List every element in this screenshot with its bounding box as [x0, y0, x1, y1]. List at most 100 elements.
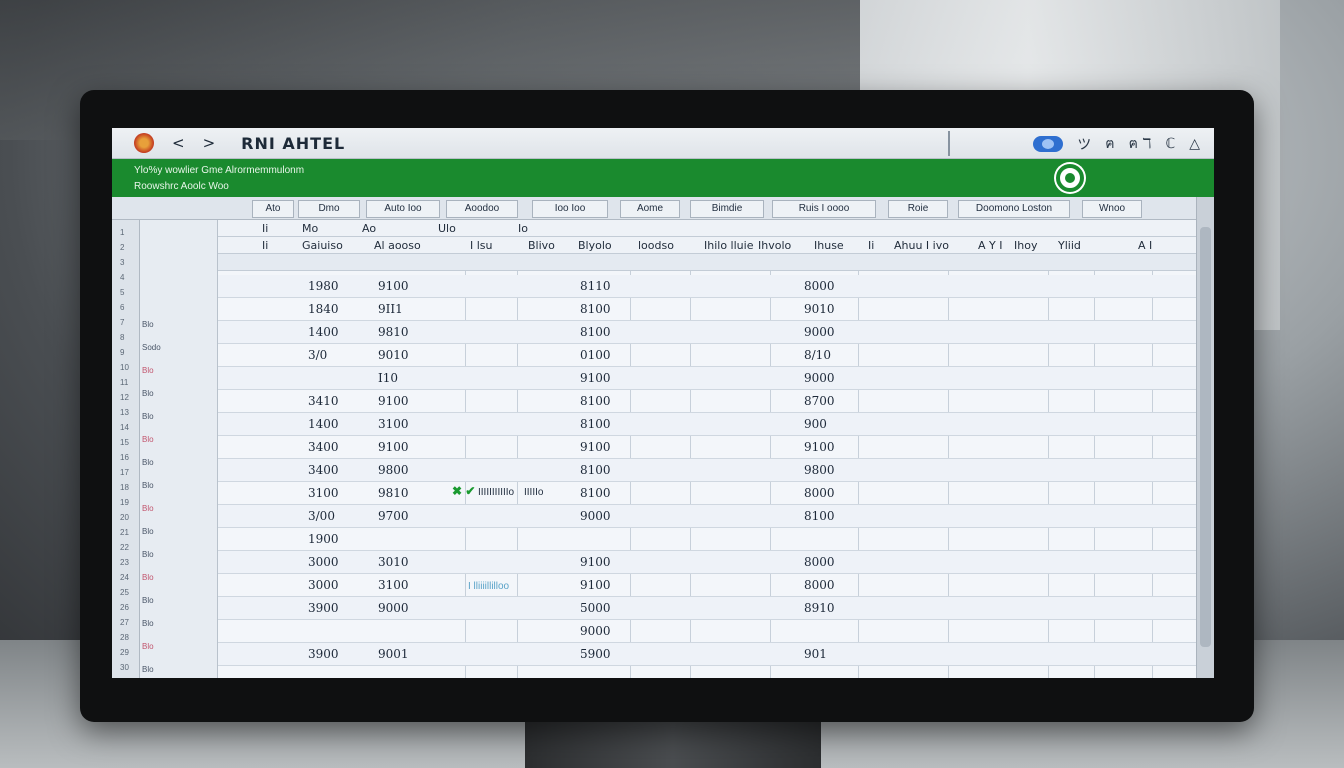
- table-cell[interactable]: 3000: [308, 555, 339, 569]
- table-cell[interactable]: 9000: [580, 624, 611, 638]
- table-row[interactable]: 1400 3100 8100 900: [218, 413, 1196, 436]
- table-cell[interactable]: 3400: [308, 440, 339, 454]
- table-cell[interactable]: 3000: [308, 578, 339, 592]
- table-cell[interactable]: 3900: [308, 601, 339, 615]
- header-cell[interactable]: Ihvolo: [758, 239, 791, 252]
- status-ring-icon[interactable]: [1056, 164, 1084, 192]
- header-cell[interactable]: Al aooso: [374, 239, 421, 252]
- header-cell[interactable]: Yliid: [1058, 239, 1081, 252]
- column-header[interactable]: Doomono Loston: [958, 200, 1070, 218]
- header-cell[interactable]: A Y I: [978, 239, 1002, 252]
- table-cell[interactable]: 8100: [580, 486, 611, 500]
- row-number[interactable]: 3: [120, 258, 124, 267]
- row-number[interactable]: 15: [120, 438, 129, 447]
- row-number[interactable]: 29: [120, 648, 129, 657]
- table-cell[interactable]: 3100: [378, 417, 409, 431]
- row-number[interactable]: 19: [120, 498, 129, 507]
- table-cell[interactable]: 5900: [580, 647, 611, 661]
- table-row[interactable]: 3900 9001 5900 901: [218, 643, 1196, 666]
- row-number[interactable]: 23: [120, 558, 129, 567]
- tool-button-5[interactable]: △: [1189, 136, 1200, 152]
- row-number[interactable]: 24: [120, 573, 129, 582]
- tool-button-3[interactable]: ฅ ℸ: [1129, 133, 1152, 155]
- table-cell[interactable]: 9100: [378, 440, 409, 454]
- row-number[interactable]: 20: [120, 513, 129, 522]
- cloud-icon[interactable]: [1033, 135, 1064, 152]
- column-header[interactable]: Aoodoo: [446, 200, 518, 218]
- row-number[interactable]: 27: [120, 618, 129, 627]
- table-cell[interactable]: 9000: [804, 325, 835, 339]
- header-cell[interactable]: Gaiuiso: [302, 239, 343, 252]
- table-row[interactable]: 3000 3010 9100 8000: [218, 551, 1196, 574]
- vertical-scrollbar[interactable]: [1196, 197, 1214, 678]
- header-cell[interactable]: Blyolo: [578, 239, 612, 252]
- table-cell[interactable]: 8100: [580, 325, 611, 339]
- table-cell[interactable]: 9II1: [378, 302, 403, 316]
- row-number[interactable]: 11: [120, 378, 128, 387]
- table-cell[interactable]: 3410: [308, 394, 339, 408]
- table-cell[interactable]: 9810: [378, 325, 409, 339]
- table-cell[interactable]: 8000: [804, 555, 835, 569]
- row-number[interactable]: 8: [120, 333, 124, 342]
- row-number[interactable]: 1: [120, 228, 124, 237]
- tool-button-1[interactable]: ツ: [1077, 134, 1091, 154]
- row-number[interactable]: 22: [120, 543, 129, 552]
- table-cell[interactable]: 9100: [804, 440, 835, 454]
- column-header[interactable]: Roie: [888, 200, 948, 218]
- table-cell[interactable]: 8700: [804, 394, 835, 408]
- table-cell[interactable]: 3100: [378, 578, 409, 592]
- table-row[interactable]: 3900 9000 5000 8910: [218, 597, 1196, 620]
- table-cell[interactable]: 9100: [378, 394, 409, 408]
- table-row[interactable]: 3410 9100 8100 8700: [218, 390, 1196, 413]
- row-number[interactable]: 16: [120, 453, 129, 462]
- table-row[interactable]: 3/0 9010 0100 8/10: [218, 344, 1196, 367]
- column-header[interactable]: Ruis I oooo: [772, 200, 876, 218]
- row-number[interactable]: 6: [120, 303, 124, 312]
- table-cell[interactable]: 8100: [580, 302, 611, 316]
- table-cell[interactable]: 1400: [308, 417, 339, 431]
- table-cell[interactable]: 3900: [308, 647, 339, 661]
- table-cell[interactable]: 900: [804, 417, 827, 431]
- table-row[interactable]: 9000: [218, 620, 1196, 643]
- table-row[interactable]: I10 9100 9000: [218, 367, 1196, 390]
- table-cell[interactable]: 1840: [308, 302, 339, 316]
- table-cell[interactable]: 8100: [580, 463, 611, 477]
- table-cell[interactable]: 1400: [308, 325, 339, 339]
- table-cell[interactable]: 3010: [378, 555, 409, 569]
- table-cell[interactable]: 9100: [580, 371, 611, 385]
- table-row[interactable]: 3100 9810 8100 8000: [218, 482, 1196, 505]
- column-header[interactable]: Ato: [252, 200, 294, 218]
- header-cell[interactable]: Ihilo lluie: [704, 239, 753, 252]
- table-cell[interactable]: 8100: [580, 394, 611, 408]
- column-header[interactable]: Ioo Ioo: [532, 200, 608, 218]
- header-cell[interactable]: A I: [1138, 239, 1152, 252]
- table-row[interactable]: 1980 9100 8110 8000: [218, 275, 1196, 298]
- table-cell[interactable]: 3400: [308, 463, 339, 477]
- table-cell[interactable]: 8000: [804, 486, 835, 500]
- header-cell[interactable]: Blivo: [528, 239, 555, 252]
- table-cell[interactable]: 9100: [378, 279, 409, 293]
- table-row[interactable]: 3000 3100 9100 8000: [218, 574, 1196, 597]
- table-cell[interactable]: 9000: [580, 509, 611, 523]
- column-header[interactable]: Dmo: [298, 200, 360, 218]
- table-cell[interactable]: 8000: [804, 578, 835, 592]
- row-number[interactable]: 7: [120, 318, 124, 327]
- row-number[interactable]: 9: [120, 348, 124, 357]
- table-cell[interactable]: 3/00: [308, 509, 335, 523]
- table-cell[interactable]: 9100: [580, 555, 611, 569]
- header-cell[interactable]: I lsu: [470, 239, 493, 252]
- row-number[interactable]: 18: [120, 483, 129, 492]
- table-cell[interactable]: 9000: [378, 601, 409, 615]
- column-header[interactable]: Aome: [620, 200, 680, 218]
- table-row[interactable]: 3400 9800 8100 9800: [218, 459, 1196, 482]
- table-cell[interactable]: 8110: [580, 279, 611, 293]
- row-number[interactable]: 21: [120, 528, 129, 537]
- table-cell[interactable]: 8100: [804, 509, 835, 523]
- column-header[interactable]: Auto Ioo: [366, 200, 440, 218]
- header-cell[interactable]: Ihoy: [1014, 239, 1037, 252]
- tool-button-4[interactable]: ℂ: [1165, 136, 1175, 152]
- back-button[interactable]: <: [172, 134, 185, 152]
- app-logo-icon[interactable]: [134, 133, 154, 153]
- table-row[interactable]: 1900: [218, 528, 1196, 551]
- column-header[interactable]: Wnoo: [1082, 200, 1142, 218]
